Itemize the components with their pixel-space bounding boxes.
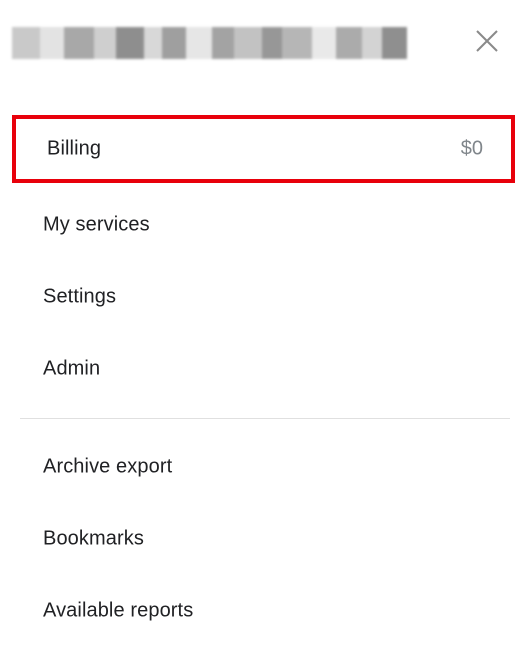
drawer-header (0, 0, 530, 90)
archive-export-label: Archive export (43, 455, 173, 478)
menu-divider (20, 418, 510, 419)
billing-balance: $0 (460, 137, 483, 160)
my-services-label: My services (43, 213, 150, 236)
account-name-redacted (12, 27, 407, 59)
billing-label: Billing (47, 137, 102, 160)
bookmarks-label: Bookmarks (43, 527, 144, 550)
menu-item-settings[interactable]: Settings (12, 263, 515, 331)
menu-item-archive-export[interactable]: Archive export (12, 433, 515, 501)
menu-item-admin[interactable]: Admin (12, 335, 515, 403)
menu-item-bookmarks[interactable]: Bookmarks (12, 505, 515, 573)
admin-label: Admin (43, 357, 101, 380)
menu-item-available-reports[interactable]: Available reports (12, 577, 515, 645)
close-icon (476, 30, 498, 52)
close-button[interactable] (470, 24, 504, 58)
menu-item-my-services[interactable]: My services (12, 191, 515, 259)
available-reports-label: Available reports (43, 599, 194, 622)
settings-label: Settings (43, 285, 117, 308)
menu-item-billing[interactable]: Billing $0 (12, 115, 515, 183)
